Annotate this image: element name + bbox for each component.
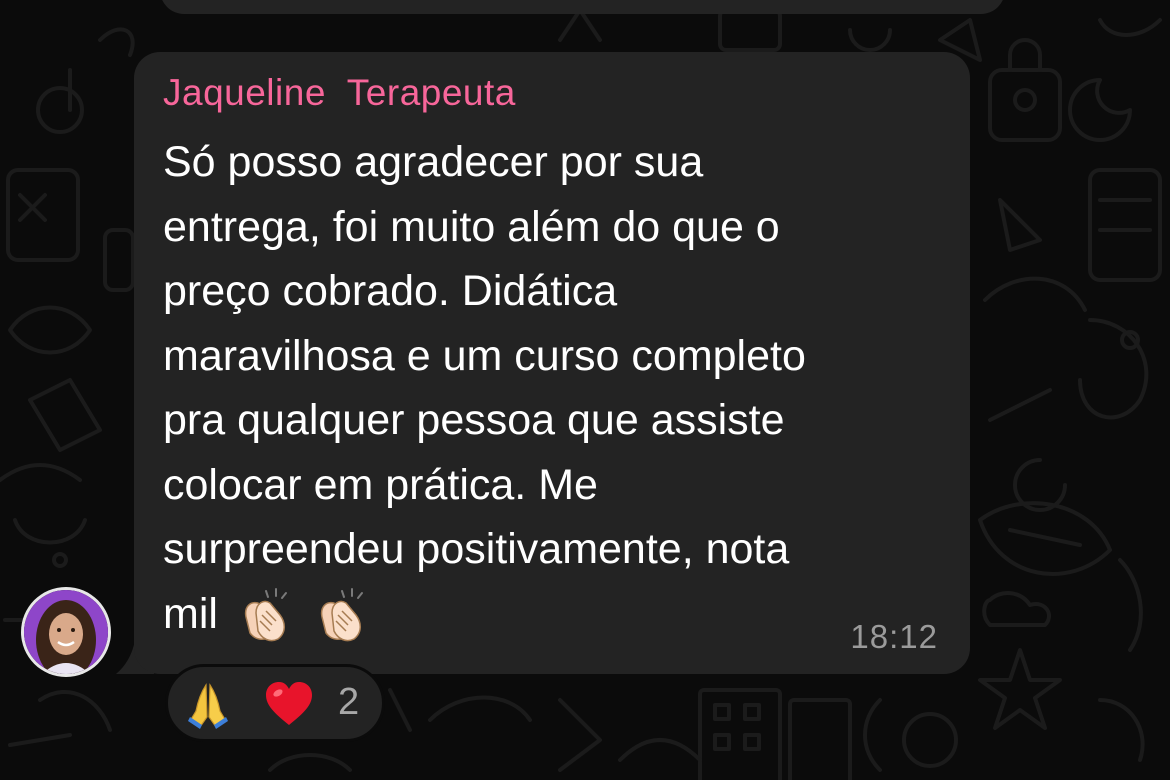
- message-line: colocar em prática. Me: [163, 460, 598, 509]
- message-line: preço cobrado. Didática: [163, 267, 618, 315]
- avatar-photo: [24, 590, 108, 674]
- clapping-hands-emoji-icon: [244, 588, 287, 642]
- clapping-hands-emoji-icon: [320, 588, 363, 642]
- red-heart-emoji-icon: [266, 682, 312, 725]
- sender-avatar[interactable]: [24, 590, 108, 674]
- message-line-last: mil: [163, 582, 953, 647]
- reaction-count: 2: [338, 681, 360, 723]
- message-line: mil: [163, 589, 218, 638]
- message-line: entrega, foi muito além do que o: [163, 202, 780, 251]
- folded-hands-emoji-icon: [188, 683, 228, 729]
- message-line: Só posso agradecer por sua: [163, 138, 704, 186]
- message-timestamp: 18:12: [850, 618, 938, 655]
- message-line: surpreendeu positivamente, nota: [163, 525, 790, 573]
- message-line: pra qualquer pessoa que assiste: [163, 396, 785, 444]
- message-line: maravilhosa e um curso completo: [163, 331, 806, 380]
- previous-message-bubble: [160, 0, 1005, 14]
- message-text: Só posso agradecer por sua entrega, foi …: [163, 130, 953, 646]
- sender-name[interactable]: Jaqueline Terapeuta: [163, 72, 516, 114]
- reactions-pill[interactable]: 2: [165, 664, 385, 742]
